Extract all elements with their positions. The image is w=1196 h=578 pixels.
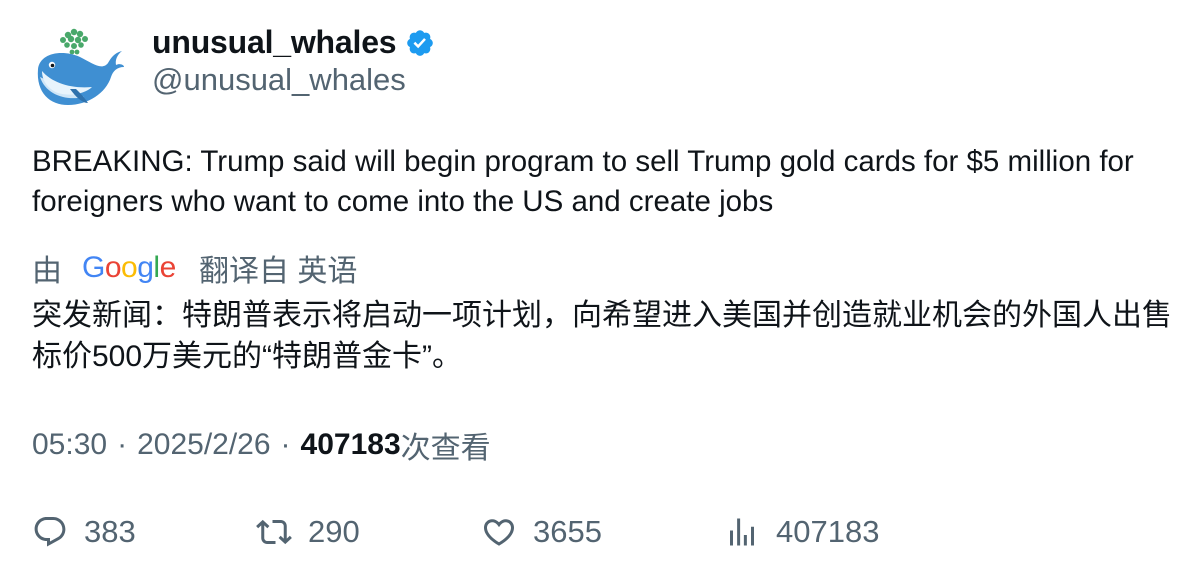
analytics-icon	[730, 518, 754, 546]
meta-separator: ·	[280, 428, 291, 461]
action-bar: 383 290 3655 407183	[32, 508, 1172, 556]
author-name-row: unusual_whales	[152, 22, 435, 62]
translation-prefix: 由	[32, 255, 62, 288]
retweet-button[interactable]: 290	[256, 508, 360, 556]
google-logo-icon[interactable]: Google	[82, 252, 179, 285]
retweet-count: 290	[308, 514, 360, 549]
whale-avatar-icon	[37, 28, 124, 105]
tweet-text: BREAKING: Trump said will begin program …	[32, 145, 1134, 218]
author-handle[interactable]: @unusual_whales	[152, 62, 406, 98]
views-button[interactable]: 407183	[724, 508, 879, 556]
avatar[interactable]	[32, 27, 126, 111]
translated-text: 突发新闻：特朗普表示将启动一项计划，向希望进入美国并创造就业机会的外国人出售标价…	[32, 299, 1172, 373]
views-count: 407183	[300, 428, 401, 461]
translation-suffix: 翻译自 英语	[199, 255, 358, 288]
reply-icon	[34, 517, 66, 547]
meta-separator: ·	[117, 428, 128, 461]
reply-count: 383	[84, 514, 136, 549]
verified-badge-icon[interactable]	[405, 28, 435, 58]
translation-attribution: 由 Google 翻译自 英语	[32, 246, 357, 290]
retweet-icon	[256, 519, 292, 545]
tweet-time[interactable]: 05:30	[32, 428, 107, 462]
like-button[interactable]: 3655	[481, 508, 602, 556]
views-action-count: 407183	[776, 514, 880, 549]
views-label: 次查看	[400, 432, 491, 465]
svg-text:Google: Google	[82, 252, 176, 284]
tweet-date[interactable]: 2025/2/26	[137, 428, 270, 462]
tweet-meta: 05:30 · 2025/2/26 · 407183 次查看	[32, 423, 491, 467]
reply-button[interactable]: 383	[32, 508, 136, 556]
heart-icon	[483, 519, 515, 546]
like-count: 3655	[533, 514, 602, 549]
author-display-name[interactable]: unusual_whales	[152, 24, 397, 61]
